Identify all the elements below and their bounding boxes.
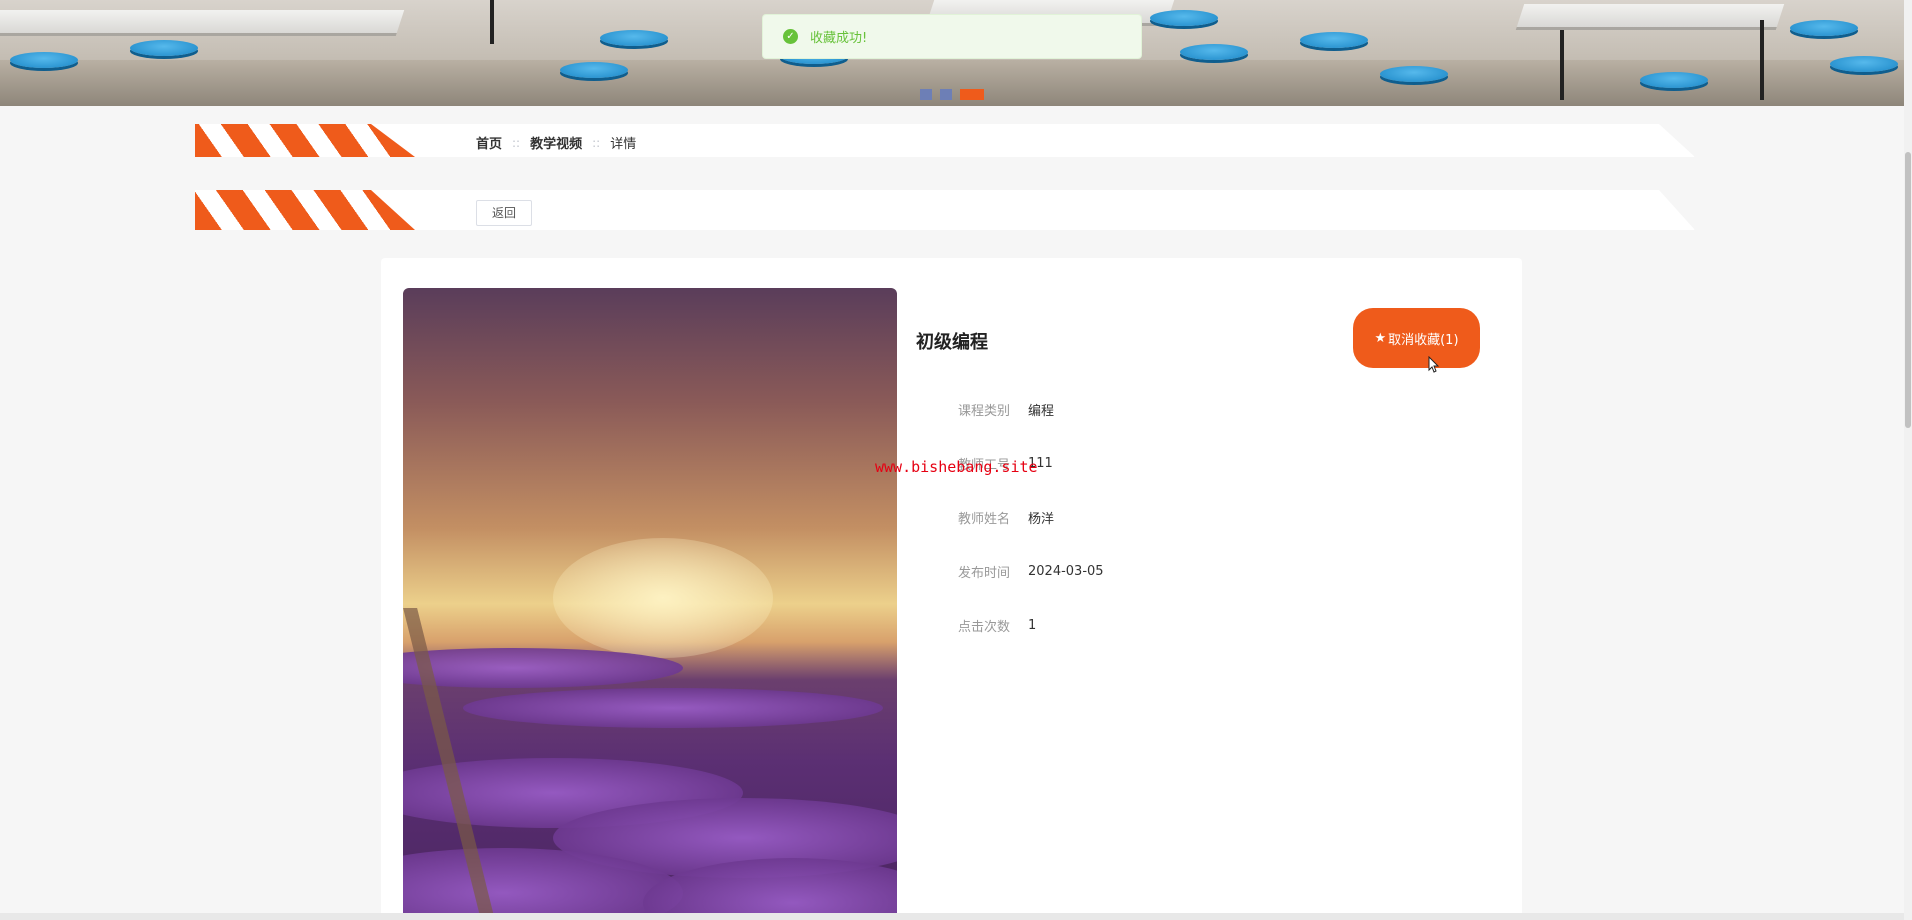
banner-seat xyxy=(1150,10,1218,26)
breadcrumb: 首页 :: 教学视频 :: 详情 xyxy=(476,133,637,153)
banner-seat xyxy=(10,52,78,68)
banner-seat xyxy=(1790,20,1858,36)
bottom-edge xyxy=(0,913,1904,920)
carousel-dot[interactable] xyxy=(920,89,932,100)
banner-table xyxy=(1515,4,1785,30)
info-row-teacher-name: 教师姓名 杨洋 xyxy=(940,508,1054,527)
bar-band xyxy=(195,124,1695,157)
info-value: 编程 xyxy=(1028,404,1055,419)
banner-seat xyxy=(1830,56,1898,72)
breadcrumb-home[interactable]: 首页 xyxy=(476,133,502,152)
toast-message: 收藏成功! xyxy=(810,31,868,46)
mouse-cursor-icon xyxy=(1428,356,1440,373)
info-value: 2024-03-05 xyxy=(1028,564,1104,579)
banner-seat xyxy=(560,62,628,78)
carousel-dot[interactable] xyxy=(940,89,952,100)
banner-seat xyxy=(1180,44,1248,60)
breadcrumb-bar xyxy=(195,124,1695,157)
info-row-category: 课程类别 编程 xyxy=(940,400,1054,419)
banner-table xyxy=(0,10,405,36)
banner-seat xyxy=(600,30,668,46)
breadcrumb-separator: :: xyxy=(512,135,521,150)
info-label: 教师姓名 xyxy=(957,512,1010,527)
check-circle-icon: ✓ xyxy=(783,29,798,44)
watermark: www.bishebang.site xyxy=(875,458,1038,476)
info-label: 发布时间 xyxy=(957,566,1010,581)
image-lavender-row xyxy=(463,688,883,728)
banner-seat xyxy=(130,40,198,56)
info-row-publish-date: 发布时间 2024-03-05 xyxy=(940,562,1104,581)
info-label: 点击次数 xyxy=(957,620,1010,635)
action-bar xyxy=(195,190,1695,230)
bar-band xyxy=(195,190,1695,230)
info-value: 杨洋 xyxy=(1028,512,1055,527)
info-value: 1 xyxy=(1028,618,1037,633)
back-button[interactable]: 返回 xyxy=(476,200,532,226)
banner-seat xyxy=(1640,72,1708,88)
breadcrumb-section[interactable]: 教学视频 xyxy=(530,133,582,152)
success-toast: ✓ 收藏成功! xyxy=(762,14,1142,59)
image-carousel[interactable]: ‹ › xyxy=(403,288,897,920)
carousel-dot-active[interactable] xyxy=(960,89,984,100)
unfavorite-button[interactable]: ★ 取消收藏(1) xyxy=(1353,308,1480,368)
image-lavender-row xyxy=(403,648,683,688)
info-label: 课程类别 xyxy=(957,404,1010,419)
carousel-dots xyxy=(920,89,984,100)
banner-leg xyxy=(1560,30,1564,100)
scrollbar-track[interactable] xyxy=(1904,0,1912,920)
scrollbar-thumb[interactable] xyxy=(1905,152,1911,428)
page: ✓ 收藏成功! 首页 :: 教学视频 :: 详情 返回 ‹ › 初级编程 ★ 取… xyxy=(0,0,1912,920)
image-sunglow xyxy=(553,538,773,658)
banner-seat xyxy=(1300,32,1368,48)
banner-leg xyxy=(490,0,494,44)
breadcrumb-current: 详情 xyxy=(610,137,637,152)
info-row-click-count: 点击次数 1 xyxy=(940,616,1036,635)
banner-seat xyxy=(1380,66,1448,82)
course-title: 初级编程 xyxy=(916,332,988,353)
star-icon: ★ xyxy=(1374,330,1387,346)
banner-leg xyxy=(1760,20,1764,100)
unfavorite-label: 取消收藏(1) xyxy=(1388,332,1459,348)
breadcrumb-separator: :: xyxy=(592,135,601,150)
